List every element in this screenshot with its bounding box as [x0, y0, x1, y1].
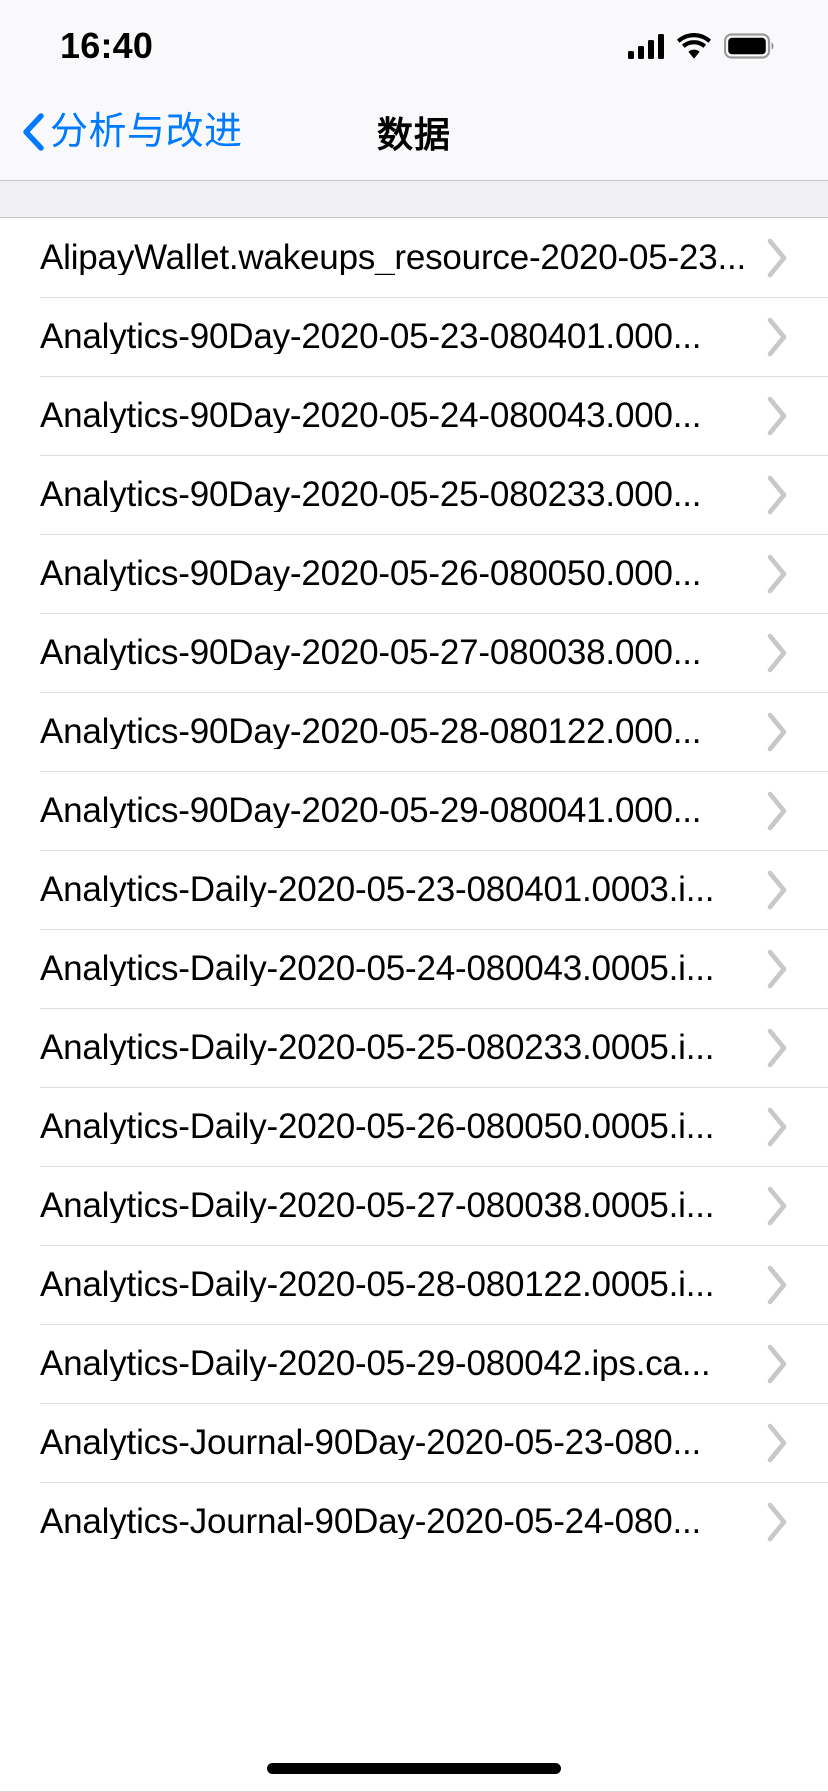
data-file-list[interactable]: AlipayWallet.wakeups_resource-2020-05-23… — [0, 218, 828, 1561]
table-row[interactable]: Analytics-Daily-2020-05-23-080401.0003.i… — [0, 850, 828, 929]
status-bar-indicators — [628, 33, 776, 59]
chevron-right-icon — [767, 554, 787, 593]
chevron-right-icon — [767, 1344, 787, 1383]
chevron-right-icon — [767, 791, 787, 830]
table-row[interactable]: Analytics-90Day-2020-05-26-080050.000... — [0, 534, 828, 613]
chevron-right-icon — [767, 1423, 787, 1462]
table-row[interactable]: Analytics-90Day-2020-05-23-080401.000... — [0, 297, 828, 376]
table-row-label: Analytics-90Day-2020-05-26-080050.000... — [40, 556, 702, 591]
cellular-signal-icon — [628, 33, 664, 59]
table-row-label: Analytics-90Day-2020-05-25-080233.000... — [40, 477, 702, 512]
chevron-right-icon — [767, 870, 787, 909]
battery-full-icon — [724, 33, 774, 59]
back-button-label: 分析与改进 — [50, 111, 243, 153]
table-row[interactable]: Analytics-Daily-2020-05-25-080233.0005.i… — [0, 1008, 828, 1087]
table-row[interactable]: Analytics-Journal-90Day-2020-05-24-080..… — [0, 1482, 828, 1561]
table-row[interactable]: Analytics-Daily-2020-05-26-080050.0005.i… — [0, 1087, 828, 1166]
table-row-label: Analytics-Journal-90Day-2020-05-23-080..… — [40, 1425, 702, 1460]
chevron-right-icon — [767, 317, 787, 356]
table-row[interactable]: Analytics-Daily-2020-05-24-080043.0005.i… — [0, 929, 828, 1008]
table-row-label: Analytics-90Day-2020-05-23-080401.000... — [40, 319, 702, 354]
table-row-label: Analytics-Daily-2020-05-26-080050.0005.i… — [40, 1109, 715, 1144]
table-row[interactable]: Analytics-90Day-2020-05-27-080038.000... — [0, 613, 828, 692]
back-button[interactable]: 分析与改进 — [22, 113, 243, 151]
chevron-right-icon — [767, 1265, 787, 1304]
chevron-right-icon — [767, 475, 787, 514]
table-row[interactable]: Analytics-Daily-2020-05-29-080042.ips.ca… — [0, 1324, 828, 1403]
table-row-label: Analytics-90Day-2020-05-29-080041.000... — [40, 793, 702, 828]
chevron-right-icon — [767, 949, 787, 988]
table-row-label: Analytics-Daily-2020-05-28-080122.0005.i… — [40, 1267, 715, 1302]
table-row[interactable]: Analytics-Daily-2020-05-27-080038.0005.i… — [0, 1166, 828, 1245]
chevron-right-icon — [767, 1186, 787, 1225]
table-row[interactable]: Analytics-Daily-2020-05-28-080122.0005.i… — [0, 1245, 828, 1324]
chevron-right-icon — [767, 396, 787, 435]
wifi-icon — [677, 33, 711, 59]
navigation-bar: 分析与改进 数据 — [0, 84, 828, 180]
phone-screen: 16:40 分析与改进 数据 AlipayWallet.wakeups_reso… — [0, 0, 828, 1792]
chevron-right-icon — [767, 238, 787, 277]
table-row-label: Analytics-90Day-2020-05-27-080038.000... — [40, 635, 702, 670]
table-row[interactable]: Analytics-90Day-2020-05-28-080122.000... — [0, 692, 828, 771]
chevron-left-icon — [23, 113, 44, 151]
chevron-right-icon — [767, 712, 787, 751]
table-row-label: Analytics-Daily-2020-05-23-080401.0003.i… — [40, 872, 715, 907]
status-bar: 16:40 — [0, 0, 828, 84]
chevron-right-icon — [767, 633, 787, 672]
table-row[interactable]: Analytics-Journal-90Day-2020-05-23-080..… — [0, 1403, 828, 1482]
table-row-label: Analytics-90Day-2020-05-28-080122.000... — [40, 714, 702, 749]
table-row-label: Analytics-Journal-90Day-2020-05-24-080..… — [40, 1504, 702, 1539]
table-section-header — [0, 180, 828, 218]
table-row-label: AlipayWallet.wakeups_resource-2020-05-23… — [40, 240, 746, 275]
table-row-label: Analytics-Daily-2020-05-27-080038.0005.i… — [40, 1188, 715, 1223]
table-row-label: Analytics-90Day-2020-05-24-080043.000... — [40, 398, 702, 433]
chevron-right-icon — [767, 1502, 787, 1541]
table-row-label: Analytics-Daily-2020-05-24-080043.0005.i… — [40, 951, 715, 986]
chevron-right-icon — [767, 1107, 787, 1146]
table-row-label: Analytics-Daily-2020-05-29-080042.ips.ca… — [40, 1346, 711, 1381]
table-row-label: Analytics-Daily-2020-05-25-080233.0005.i… — [40, 1030, 715, 1065]
table-row[interactable]: Analytics-90Day-2020-05-29-080041.000... — [0, 771, 828, 850]
table-row[interactable]: Analytics-90Day-2020-05-25-080233.000... — [0, 455, 828, 534]
table-row[interactable]: Analytics-90Day-2020-05-24-080043.000... — [0, 376, 828, 455]
home-indicator[interactable] — [267, 1763, 561, 1774]
status-bar-clock: 16:40 — [60, 25, 154, 66]
table-row[interactable]: AlipayWallet.wakeups_resource-2020-05-23… — [0, 218, 828, 297]
chevron-right-icon — [767, 1028, 787, 1067]
